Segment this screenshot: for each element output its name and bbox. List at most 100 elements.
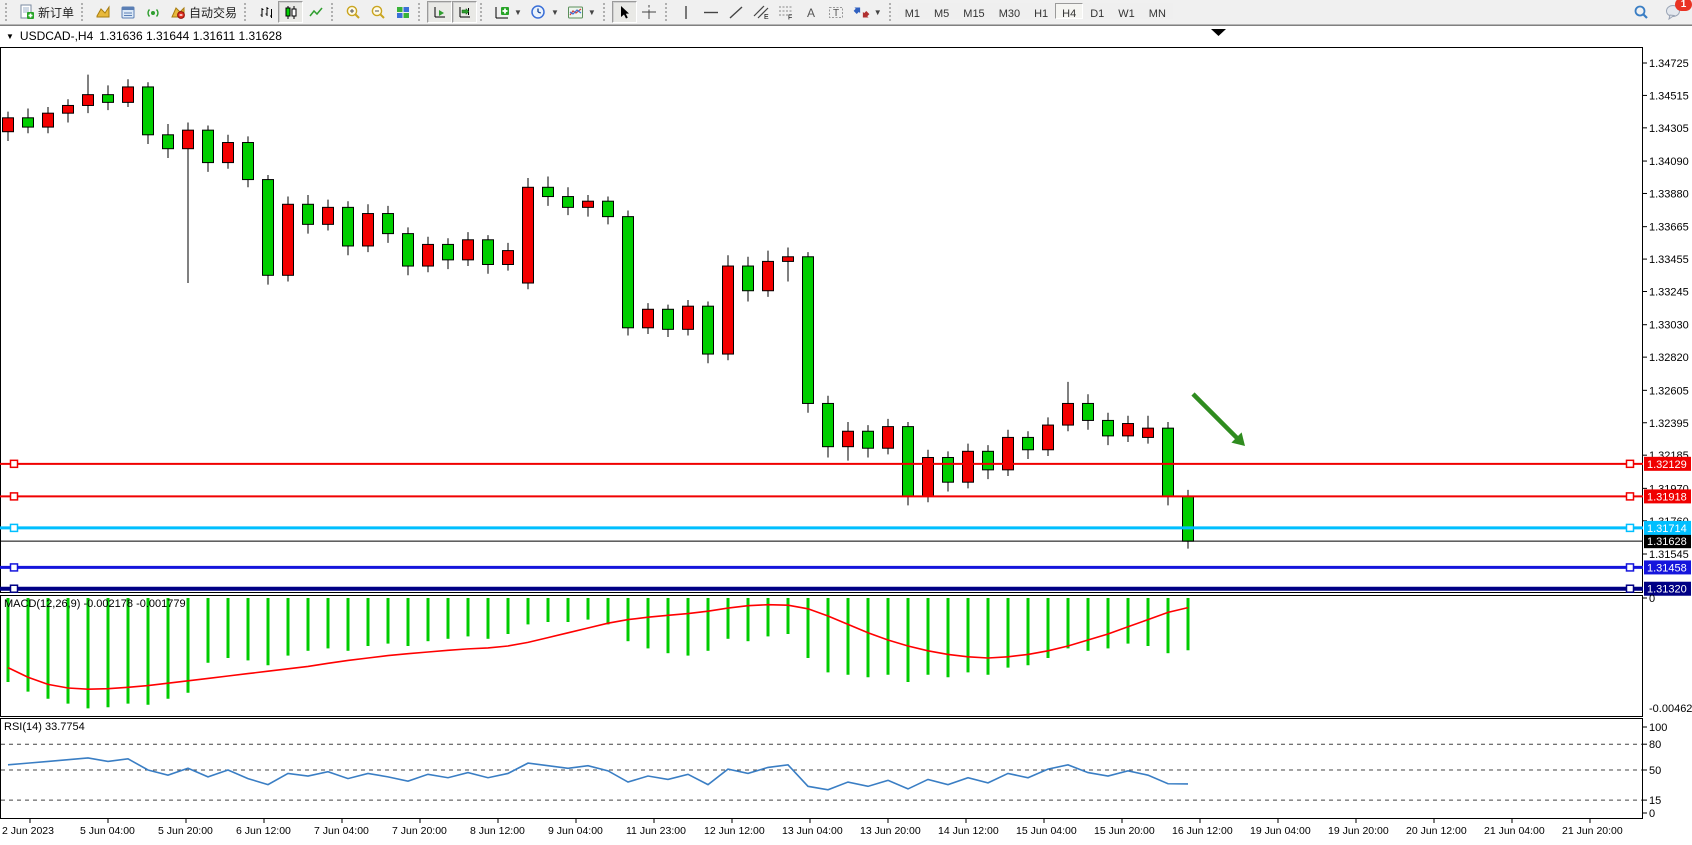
candle [463, 240, 474, 260]
time-tick-label[interactable]: 21 Jun 04:00 [1484, 825, 1545, 837]
candle [803, 257, 814, 404]
new-order-button[interactable]: 新订单 [14, 1, 78, 23]
vertical-line-button[interactable] [674, 1, 699, 23]
candle [3, 118, 14, 132]
timeframe-H1[interactable]: H1 [1027, 3, 1055, 19]
fibonacci-button[interactable]: F [774, 1, 799, 23]
trendline-button[interactable] [724, 1, 749, 23]
notifications-button[interactable]: 1 [1661, 1, 1686, 23]
time-tick-label[interactable]: 11 Jun 23:00 [626, 825, 686, 837]
time-tick-label[interactable]: 16 Jun 12:00 [1172, 825, 1233, 837]
market-watch-button[interactable] [115, 1, 140, 23]
hline-handle[interactable] [11, 585, 18, 592]
hline-handle[interactable] [1627, 524, 1634, 531]
autotrading-button[interactable]: 自动交易 [165, 1, 241, 23]
timeframe-MN[interactable]: MN [1142, 3, 1173, 19]
horizontal-line-button[interactable] [699, 1, 724, 23]
time-tick-label[interactable]: 8 Jun 12:00 [470, 825, 525, 837]
rsi-tick-label: 80 [1649, 739, 1661, 751]
candlestick-chart-button[interactable] [278, 1, 303, 23]
mt4-window: 新订单 自动交易 [0, 0, 1692, 845]
candle [63, 105, 74, 113]
candle [543, 187, 554, 196]
hline-price-badge-label: 1.31458 [1647, 562, 1687, 574]
chart-shift-button[interactable] [452, 1, 477, 23]
time-tick-label[interactable]: 15 Jun 20:00 [1094, 825, 1155, 837]
profiles-button[interactable] [90, 1, 115, 23]
hline-handle[interactable] [11, 460, 18, 467]
time-tick-label[interactable]: 6 Jun 12:00 [236, 825, 291, 837]
hline-handle[interactable] [1627, 564, 1634, 571]
time-tick-label[interactable]: 7 Jun 04:00 [314, 825, 369, 837]
timeframe-W1[interactable]: W1 [1111, 3, 1142, 19]
time-tick-label[interactable]: 20 Jun 12:00 [1406, 825, 1467, 837]
templates-button[interactable]: ▼ [563, 1, 600, 23]
time-tick-label[interactable]: 19 Jun 20:00 [1328, 825, 1389, 837]
time-tick-label[interactable]: 13 Jun 04:00 [782, 825, 843, 837]
periods-button[interactable]: ▼ [526, 1, 563, 23]
candle [203, 130, 214, 162]
time-tick-label[interactable]: 21 Jun 20:00 [1562, 825, 1623, 837]
time-tick-label[interactable]: 2 Jun 2023 [2, 825, 54, 837]
toolbar-grip [244, 3, 250, 21]
timeframe-H4[interactable]: H4 [1055, 3, 1083, 19]
candle [163, 135, 174, 149]
hline-handle[interactable] [1627, 460, 1634, 467]
text-label-button[interactable]: T [824, 1, 849, 23]
equidistant-channel-button[interactable]: E [749, 1, 774, 23]
tile-windows-button[interactable] [390, 1, 415, 23]
timeframe-M15[interactable]: M15 [956, 3, 991, 19]
candle [683, 306, 694, 329]
hline-handle[interactable] [11, 524, 18, 531]
auto-scroll-button[interactable] [427, 1, 452, 23]
toolbar-grip [81, 3, 87, 21]
search-button[interactable] [1628, 1, 1653, 23]
text-button[interactable]: A [799, 1, 824, 23]
candle [843, 431, 854, 446]
signals-button[interactable] [140, 1, 165, 23]
indicators-button[interactable]: ▼ [489, 1, 526, 23]
time-tick-label[interactable]: 7 Jun 20:00 [392, 825, 447, 837]
timeframe-D1[interactable]: D1 [1083, 3, 1111, 19]
price-tick-label: 1.32820 [1649, 352, 1689, 364]
dropdown-caret-icon: ▼ [551, 8, 559, 17]
dropdown-caret-icon: ▼ [874, 8, 882, 17]
time-tick-label[interactable]: 5 Jun 04:00 [80, 825, 135, 837]
candle [903, 427, 914, 496]
hline-handle[interactable] [1627, 585, 1634, 592]
price-chart-canvas[interactable]: 1.347251.345151.343051.340901.338801.336… [0, 26, 1692, 845]
indicators-icon [493, 4, 510, 20]
arrows-button[interactable]: ▼ [849, 1, 886, 23]
bar-chart-button[interactable] [253, 1, 278, 23]
time-tick-label[interactable]: 14 Jun 12:00 [938, 825, 999, 837]
hline-handle[interactable] [11, 493, 18, 500]
timeframe-M1[interactable]: M1 [898, 3, 927, 19]
crosshair-button[interactable] [637, 1, 662, 23]
time-tick-label[interactable]: 5 Jun 20:00 [158, 825, 213, 837]
candle [223, 143, 234, 163]
chart-dropdown-icon[interactable]: ▼ [6, 32, 14, 41]
zoom-in-icon [344, 4, 361, 20]
candle [143, 87, 154, 135]
candle [343, 207, 354, 246]
timeframe-M5[interactable]: M5 [927, 3, 956, 19]
time-tick-label[interactable]: 12 Jun 12:00 [704, 825, 765, 837]
hline-handle[interactable] [1627, 493, 1634, 500]
candle [23, 118, 34, 127]
line-chart-button[interactable] [303, 1, 328, 23]
time-tick-label[interactable]: 13 Jun 20:00 [860, 825, 921, 837]
hline-handle[interactable] [11, 564, 18, 571]
zoom-out-button[interactable] [365, 1, 390, 23]
cursor-button[interactable] [612, 1, 637, 23]
hline-price-badge-label: 1.32129 [1647, 459, 1687, 471]
zoom-in-button[interactable] [340, 1, 365, 23]
timeframe-M30[interactable]: M30 [992, 3, 1027, 19]
candle [783, 257, 794, 262]
time-tick-label[interactable]: 9 Jun 04:00 [548, 825, 603, 837]
candle [623, 217, 634, 328]
time-tick-label[interactable]: 15 Jun 04:00 [1016, 825, 1077, 837]
svg-text:F: F [788, 15, 792, 21]
candle [483, 240, 494, 265]
chart-shift-marker[interactable] [1211, 29, 1226, 36]
time-tick-label[interactable]: 19 Jun 04:00 [1250, 825, 1311, 837]
